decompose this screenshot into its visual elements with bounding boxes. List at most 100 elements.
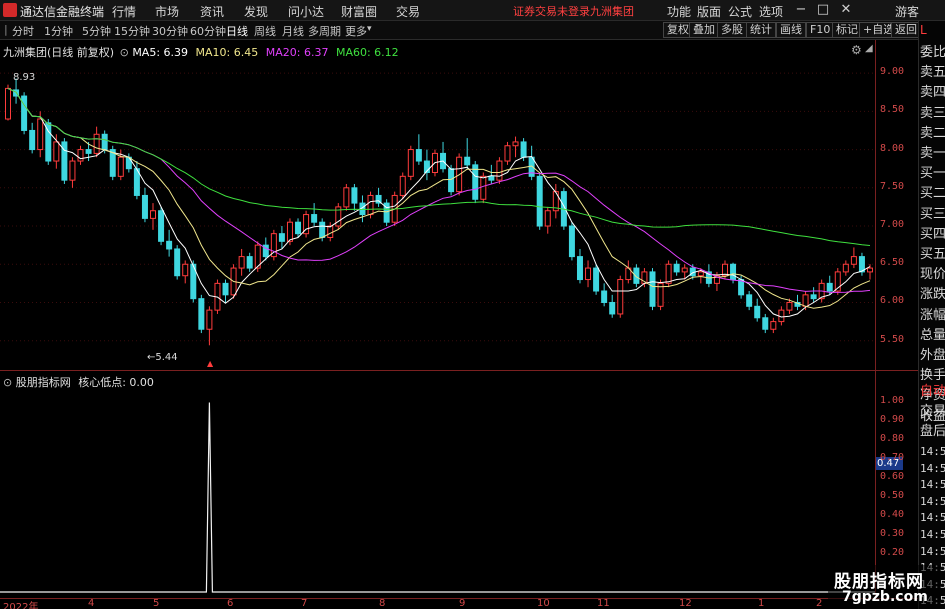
tab-period-30min[interactable]: 30分钟 [152,23,188,39]
candle [488,164,495,184]
draw-line-button[interactable]: 画线 [776,22,806,38]
tab-period-more[interactable]: 更多 [345,23,367,39]
candle-body [681,267,688,273]
price-tick: 8.50 [880,104,905,116]
candle [77,145,84,165]
candle [568,222,575,261]
stock-title: 九洲集团(日线 前复权) [3,46,115,59]
candle [222,279,229,303]
menu-market[interactable]: 市场 [155,3,179,20]
quote-field-label: 卖五 [920,65,945,81]
candle [415,134,422,165]
indicator-tick: 0.50 [880,490,905,502]
tab-period-60min[interactable]: 60分钟 [190,23,226,39]
date-label: 11 [597,598,610,609]
collapse-icon[interactable]: ◢ [865,43,873,54]
settings-icon[interactable]: ⚙ [851,43,862,57]
menu-trade[interactable]: 交易 [396,3,420,20]
candle [705,264,712,288]
quote-field-label: 买二 [920,186,945,202]
candle [576,248,583,284]
multi-stock-button[interactable]: 多股 [717,22,747,38]
guest-label[interactable]: 游客 [895,3,919,20]
candle-body [415,149,422,162]
candle [512,136,519,158]
candle [45,118,52,165]
date-label: 10 [537,598,550,609]
low-annotation: ←5.44 [147,352,178,363]
candle [504,141,511,165]
indicator-title: 股朋指标网 [15,376,71,389]
mark-button[interactable]: 标记 [832,22,862,38]
menu-news[interactable]: 资讯 [200,3,224,20]
minimize-icon[interactable]: − [793,2,809,17]
candle [665,260,672,288]
ma10-label: MA10: 6.45 [195,46,259,59]
legend-toggle-icon[interactable]: ⊙ [120,46,129,59]
candle [278,226,285,249]
candle-body [198,298,205,330]
date-label: 8 [379,598,386,609]
candle-body [585,267,592,281]
candle [335,203,342,230]
candle-body [37,118,44,151]
tab-period-multi[interactable]: 多周期 [308,23,341,39]
menu-quotes[interactable]: 行情 [112,3,136,20]
menu-function[interactable]: 功能 [667,3,691,20]
close-icon[interactable]: ✕ [838,2,854,17]
statistics-button[interactable]: 统计 [746,22,776,38]
date-label: 9 [459,598,466,609]
candle-body [367,194,374,216]
menu-ask[interactable]: 问小达 [288,3,324,20]
menu-bar: 通达信金融终端 行情 市场 资讯 发现 问小达 财富圈 交易 证券交易未登录 九… [0,0,945,21]
tab-period-monthly[interactable]: 月线 [282,23,304,39]
candle-body [166,240,173,250]
price-tick: 5.50 [880,333,905,345]
indicator-chart[interactable]: ⊙ 股朋指标网 核心低点: 0.00 [0,371,875,598]
tab-period-1min[interactable]: 1分钟 [44,23,73,39]
f10-button[interactable]: F10 [806,22,835,38]
tab-period-15min[interactable]: 15分钟 [114,23,150,39]
candle-body [480,175,487,200]
menu-layout[interactable]: 版面 [697,3,721,20]
quote-field-label: 涨跌 [920,287,945,303]
event-marker-icon[interactable]: ▲ [207,359,213,368]
panel-top-label[interactable]: L [920,23,927,38]
login-status[interactable]: 证券交易未登录 [513,3,590,19]
candle-body [786,301,793,311]
overlay-button[interactable]: 叠加 [689,22,719,38]
candle [375,187,382,207]
quote-field-label: 买一 [920,166,945,182]
menu-discover[interactable]: 发现 [244,3,268,20]
quote-field-label: 涨幅 [920,307,945,323]
candle-body [53,141,60,162]
more-dropdown-icon[interactable]: ▾ [367,24,372,34]
candle [810,287,817,303]
candle-body [504,145,511,162]
tab-period-daily[interactable]: 日线 [226,23,248,39]
candle-body [520,141,527,158]
candle-body [730,263,737,281]
candle [601,283,608,307]
indicator-legend: ⊙ 股朋指标网 核心低点: 0.00 [3,374,154,390]
indicator-toggle-icon[interactable]: ⊙ [3,376,12,389]
kline-chart[interactable]: 九洲集团(日线 前复权) ⊙ MA5: 6.39 MA10: 6.45 MA20… [0,40,875,370]
quote-field-label: 现价 [920,267,945,283]
restore-icon[interactable]: □ [815,2,831,17]
tab-period-timeshare[interactable]: 分时 [12,23,34,39]
candle-body [762,317,769,330]
price-tick: 8.00 [880,142,905,154]
candle-body [472,164,479,200]
menu-options[interactable]: 选项 [759,3,783,20]
trade-info-label: 盘后 [920,424,945,439]
tab-period-5min[interactable]: 5分钟 [82,23,111,39]
menu-formula[interactable]: 公式 [728,3,752,20]
period-prev-icon[interactable]: | [4,23,8,36]
back-button[interactable]: 返回 [891,22,921,38]
candle-body [633,267,640,284]
indicator-tick: 0.20 [880,547,905,559]
menu-wealth[interactable]: 财富圈 [341,3,377,20]
candle-body [754,305,761,319]
tab-period-weekly[interactable]: 周线 [254,23,276,39]
auto-toggle[interactable]: 自动 [920,384,945,399]
